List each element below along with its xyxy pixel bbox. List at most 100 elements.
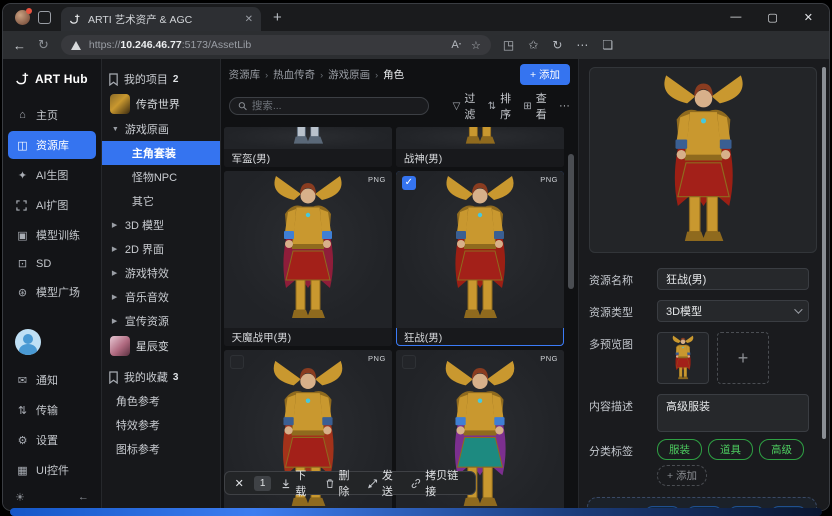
tree-group-3d-model[interactable]: ▶ 3D 模型 <box>102 213 220 237</box>
copy-link-button[interactable]: 拷贝链接 <box>411 467 464 499</box>
add-tag-button[interactable]: + 添加 <box>657 465 707 486</box>
format-badge: PNG <box>540 354 558 363</box>
tree-group-audio[interactable]: ▶ 音乐音效 <box>102 285 220 309</box>
search-box[interactable] <box>229 97 429 115</box>
back-icon[interactable]: ← <box>13 38 26 53</box>
tree-group-vfx[interactable]: ▶ 游戏特效 <box>102 261 220 285</box>
collections-icon[interactable]: ✩ <box>528 38 538 52</box>
tree-group-game-art[interactable]: ▼ 游戏原画 <box>102 117 220 141</box>
format-badge: PNG <box>368 175 386 184</box>
tree-item-monster-npc[interactable]: 怪物NPC <box>102 165 220 189</box>
asset-card[interactable]: 战神(男) <box>396 127 564 167</box>
chevron-down-icon <box>794 305 802 313</box>
tree-fav-icon-ref[interactable]: 图标参考 <box>102 437 220 461</box>
window-maximize-button[interactable]: ▢ <box>767 11 777 24</box>
sidebar-item-asset-library[interactable]: ◫ 资源库 <box>8 131 96 159</box>
preview-thumbnail[interactable] <box>657 332 709 384</box>
theme-toggle-icon[interactable]: ☀ <box>15 491 25 504</box>
art-hub-logo-icon <box>15 71 30 86</box>
tree-group-2d-ui[interactable]: ▶ 2D 界面 <box>102 237 220 261</box>
app-sidebar: ART Hub ⌂ 主页 ◫ 资源库 ✦ AI生图 AI扩图 ▣ 模型训练 <box>3 59 102 511</box>
sidebar-item-model-train[interactable]: ▣ 模型训练 <box>8 221 96 249</box>
workspaces-icon[interactable] <box>38 11 51 24</box>
tab-close-icon[interactable]: ✕ <box>245 14 253 25</box>
my-projects-header[interactable]: 我的项目 2 <box>102 67 220 91</box>
breadcrumb-project[interactable]: 热血传奇 <box>273 67 315 82</box>
grid-scrollbar-thumb[interactable] <box>568 154 574 289</box>
send-button[interactable]: 发送 <box>368 467 401 499</box>
not-secure-warning-icon <box>71 41 81 50</box>
add-asset-button[interactable]: + 添加 <box>520 64 570 85</box>
clear-selection-icon[interactable]: ✕ <box>235 477 244 490</box>
tree-project-star-change[interactable]: 星辰变 <box>102 333 220 359</box>
favorite-star-icon[interactable]: ☆ <box>471 39 481 52</box>
new-tab-button[interactable]: + <box>273 9 282 26</box>
tree-item-other[interactable]: 其它 <box>102 189 220 213</box>
tree-project-legend-world[interactable]: 传奇世界 <box>102 91 220 117</box>
my-favorites-header[interactable]: 我的收藏 3 <box>102 365 220 389</box>
checkbox-unchecked[interactable] <box>402 355 416 369</box>
category-tag[interactable]: 高级 <box>759 439 804 460</box>
sidebar-item-notifications[interactable]: ✉ 通知 <box>8 366 96 394</box>
sidebar-item-transfer[interactable]: ⇅ 传输 <box>8 396 96 424</box>
sort-button[interactable]: ⇅ 排序 <box>488 90 512 122</box>
delete-button[interactable]: 删除 <box>325 467 358 499</box>
app-logo: ART Hub <box>3 59 101 100</box>
more-options-button[interactable]: ··· <box>559 100 570 112</box>
asset-name-input[interactable] <box>657 268 809 290</box>
history-icon[interactable]: ↻ <box>552 38 562 52</box>
address-bar[interactable]: https://10.246.46.77:5173/AssetLib A” ☆ <box>61 35 491 55</box>
category-tag[interactable]: 服装 <box>657 439 702 460</box>
url-host: 10.246.46.77 <box>120 39 181 51</box>
sidebar-item-ui-widgets[interactable]: ▦ UI控件 <box>8 456 96 484</box>
selection-count: 1 <box>254 476 272 491</box>
download-button[interactable]: 下载 <box>281 467 314 499</box>
more-menu-icon[interactable]: ⋯ <box>576 38 588 52</box>
browser-profile-avatar[interactable] <box>15 10 30 25</box>
sidebar-panel-icon[interactable]: ❏ <box>602 38 613 52</box>
bookmark-icon <box>108 371 119 384</box>
asset-card[interactable]: PNG 天魔战甲(男) <box>224 171 392 346</box>
filter-button[interactable]: ▽ 过滤 <box>453 90 476 122</box>
sidebar-item-sd[interactable]: ⊡ SD <box>8 251 96 276</box>
refresh-icon[interactable]: ↻ <box>38 37 49 53</box>
check-icon: ✓ <box>405 177 413 188</box>
description-textarea[interactable]: 高级服装 <box>657 394 809 432</box>
selection-toolbar: ✕ 1 下载 删除 发送 拷贝链接 <box>224 471 476 495</box>
checkbox-checked[interactable]: ✓ <box>402 176 416 190</box>
app-logo-text: ART Hub <box>35 72 88 86</box>
collapse-sidebar-icon[interactable]: ← <box>78 491 89 504</box>
chevron-right-icon: ▶ <box>112 317 120 325</box>
tree-group-promo[interactable]: ▶ 宣传资源 <box>102 309 220 333</box>
view-button[interactable]: ⊞ 查看 <box>523 90 547 122</box>
browser-tab[interactable]: ARTI 艺术资产 & AGC ✕ <box>61 7 261 31</box>
sidebar-item-ai-expand[interactable]: AI扩图 <box>8 191 96 219</box>
asset-grid: 军盔(男) 战神(男) PNG 天魔战甲(男) <box>221 127 578 511</box>
checkbox-unchecked[interactable] <box>230 355 244 369</box>
asset-card-selected[interactable]: PNG ✓ 狂战(男) <box>396 171 564 346</box>
read-aloud-icon[interactable]: A” <box>451 39 461 52</box>
breadcrumb-asset-library[interactable]: 资源库 <box>229 67 261 82</box>
tree-fav-vfx-ref[interactable]: 特效参考 <box>102 413 220 437</box>
asset-card[interactable]: 军盔(男) <box>224 127 392 167</box>
inspector-scrollbar-thumb[interactable] <box>822 67 826 439</box>
sidebar-item-home[interactable]: ⌂ 主页 <box>8 101 96 129</box>
sidebar-item-settings[interactable]: ⚙ 设置 <box>8 426 96 454</box>
extensions-icon[interactable]: ◳ <box>503 38 514 52</box>
asset-label: 军盔(男) <box>224 149 392 167</box>
format-badge: PNG <box>368 354 386 363</box>
window-minimize-button[interactable]: — <box>730 11 741 24</box>
category-tag[interactable]: 道具 <box>708 439 753 460</box>
user-avatar[interactable] <box>15 329 41 355</box>
breadcrumb-category[interactable]: 游戏原画 <box>328 67 370 82</box>
sidebar-item-model-plaza[interactable]: ⊛ 模型广场 <box>8 278 96 306</box>
tree-item-hero-suits[interactable]: 主角套装 <box>102 141 220 165</box>
window-close-button[interactable]: ✕ <box>804 11 813 24</box>
project-thumbnail <box>110 336 130 356</box>
add-preview-button[interactable]: + <box>717 332 769 384</box>
tree-fav-character-ref[interactable]: 角色参考 <box>102 389 220 413</box>
asset-type-select[interactable]: 3D模型 <box>657 300 809 322</box>
sort-icon: ⇅ <box>488 101 496 112</box>
sidebar-item-ai-generate[interactable]: ✦ AI生图 <box>8 161 96 189</box>
search-input[interactable] <box>252 100 420 112</box>
